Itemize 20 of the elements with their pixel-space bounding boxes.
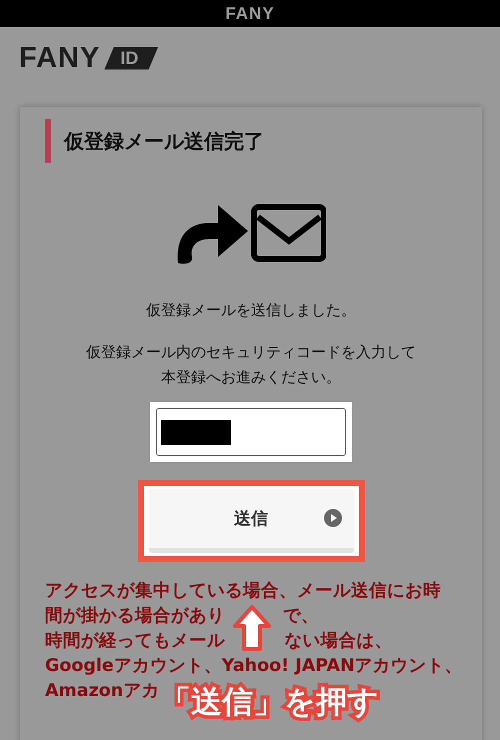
forward-mail-icon: [176, 201, 326, 265]
instruction-label: 「送信」を押す: [160, 686, 379, 719]
page-title: 仮登録メール送信完了: [45, 119, 457, 163]
notice-text: 間が掛かる場合があり: [45, 606, 225, 626]
notice-text: Googleアカウント、Yahoo! JAPANアカウント、: [45, 656, 463, 676]
notice-text: で、: [282, 606, 319, 626]
play-icon: [324, 509, 342, 527]
send-button[interactable]: 送信: [148, 489, 354, 553]
logo-text: FANY: [19, 42, 100, 74]
notice-text: 時間が経ってもメール: [45, 631, 225, 651]
up-arrow-icon: [232, 604, 272, 652]
instruction-text: 本登録へお進みください。: [161, 367, 341, 388]
logo-badge: ID: [104, 46, 158, 70]
notice-text: Amazonアカ: [45, 681, 160, 701]
instruction-text: 仮登録メール内のセキュリティコードを入力して: [86, 342, 416, 363]
notice-text: アクセスが集中している場合、メール送信にお時: [45, 581, 441, 601]
sent-message: 仮登録メールを送信しました。: [146, 301, 356, 320]
notice-text: ない場合は、: [284, 631, 392, 651]
site-logo[interactable]: FANY: [225, 4, 275, 24]
security-code-field[interactable]: [156, 408, 346, 456]
